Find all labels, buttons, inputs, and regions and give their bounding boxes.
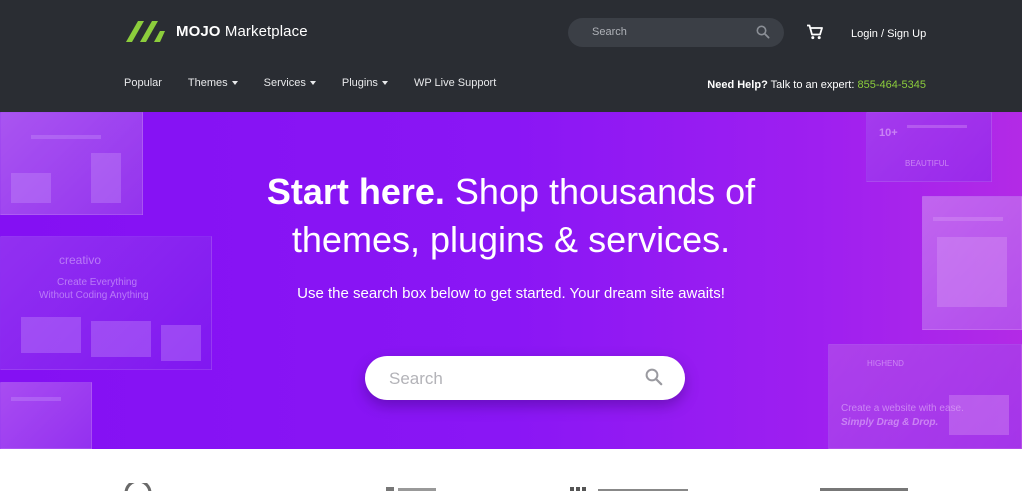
thumbnail-brand: HIGHEND [867,359,904,368]
search-icon[interactable] [645,368,663,391]
header-search-box[interactable]: Search [568,18,784,47]
brand-name: MOJO Marketplace [176,22,308,40]
cart-icon[interactable] [806,24,823,45]
partner-logo [124,483,152,491]
nav-item-wp-live-support[interactable]: WP Live Support [414,77,496,89]
hero-headline: Start here. Shop thousands of themes, pl… [266,171,756,260]
search-icon[interactable] [756,25,770,44]
thumbnail-text: Simply Drag & Drop. [841,417,939,428]
brand-logo[interactable]: MOJO Marketplace [124,18,308,44]
mojo-logo-icon [124,18,166,44]
nav-item-plugins[interactable]: Plugins [342,77,388,89]
hero-search-input[interactable]: Search [389,369,443,389]
partner-logo [820,488,908,491]
theme-thumbnail-highend: HIGHEND Create a website with ease. Simp… [828,344,1022,449]
hero-subtitle: Use the search box below to get started.… [297,285,725,302]
chevron-down-icon [309,81,316,85]
theme-thumbnail [0,382,92,449]
partner-logo [570,487,688,491]
hero-banner: creativo Create Everything Without Codin… [0,112,1022,449]
help-contact: Need Help? Talk to an expert: 855-464-53… [707,79,926,91]
hero-search-box[interactable]: Search [365,356,685,400]
thumbnail-text: Create a website with ease. [841,403,964,414]
login-signup-link[interactable]: Login / Sign Up [851,28,926,40]
main-nav: Popular Themes Services Plugins WP Live … [124,77,522,89]
chevron-down-icon [231,81,238,85]
header-search-input[interactable]: Search [592,26,627,38]
partner-logo [386,487,436,491]
nav-item-themes[interactable]: Themes [188,77,238,89]
site-header: MOJO Marketplace Search Login / Sign Up … [0,0,1022,112]
phone-link[interactable]: 855-464-5345 [857,79,926,91]
nav-item-popular[interactable]: Popular [124,77,162,89]
nav-item-services[interactable]: Services [264,77,316,89]
chevron-down-icon [381,81,388,85]
thumbnail-text: BEAUTIFUL [905,159,950,168]
thumbnail-text: 10+ [879,127,898,139]
partner-logos-strip [0,449,1022,491]
